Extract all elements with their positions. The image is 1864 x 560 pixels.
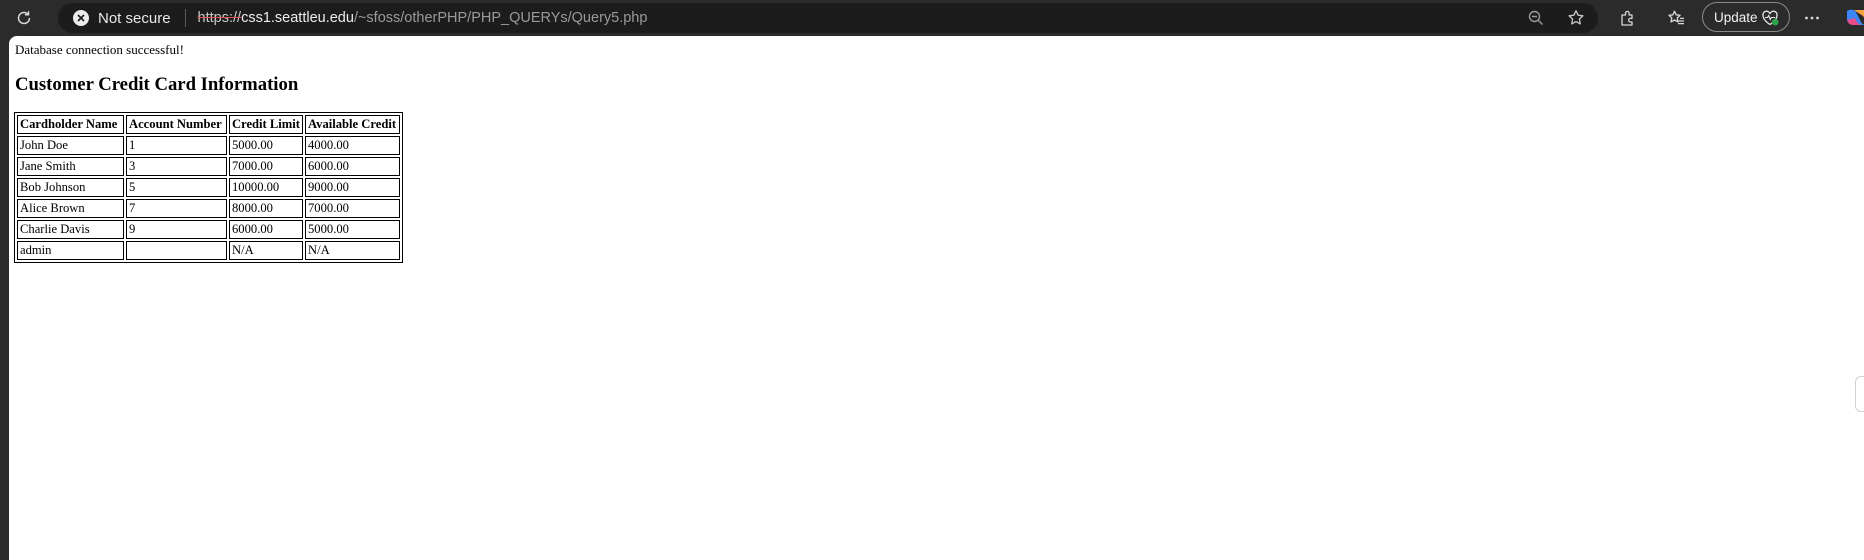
credit-card-table: Cardholder Name Account Number Credit Li… xyxy=(14,112,403,263)
cell-available-credit: 4000.00 xyxy=(305,136,400,155)
page-heading: Customer Credit Card Information xyxy=(15,74,299,95)
cell-cardholder-name: admin xyxy=(17,241,124,260)
cell-available-credit: 7000.00 xyxy=(305,199,400,218)
url-path: /~sfoss/otherPHP/PHP_QUERYs/Query5.php xyxy=(353,10,648,26)
copilot-icon[interactable] xyxy=(1844,8,1864,28)
table-row: Alice Brown 7 8000.00 7000.00 xyxy=(17,199,400,218)
cell-available-credit: N/A xyxy=(305,241,400,260)
table-row: John Doe 1 5000.00 4000.00 xyxy=(17,136,400,155)
cell-credit-limit: 5000.00 xyxy=(229,136,303,155)
cell-available-credit: 9000.00 xyxy=(305,178,400,197)
browser-toolbar: Not secure https://css1.seattleu.edu/~sf… xyxy=(0,0,1864,36)
cell-account-number: 9 xyxy=(126,220,227,239)
cell-cardholder-name: Alice Brown xyxy=(17,199,124,218)
page-viewport: Database connection successful! Customer… xyxy=(9,36,1864,560)
cell-account-number: 1 xyxy=(126,136,227,155)
table-header-row: Cardholder Name Account Number Credit Li… xyxy=(17,115,400,134)
address-divider xyxy=(184,9,186,27)
table-row: admin N/A N/A xyxy=(17,241,400,260)
cell-cardholder-name: Bob Johnson xyxy=(17,178,124,197)
refresh-icon[interactable] xyxy=(8,2,40,34)
cell-credit-limit: 7000.00 xyxy=(229,157,303,176)
site-info-button[interactable]: Not secure xyxy=(58,3,183,33)
not-secure-icon xyxy=(73,10,89,26)
cell-cardholder-name: Charlie Davis xyxy=(17,220,124,239)
cell-credit-limit: 8000.00 xyxy=(229,199,303,218)
zoom-out-icon[interactable] xyxy=(1527,9,1545,27)
cell-cardholder-name: Jane Smith xyxy=(17,157,124,176)
cell-account-number: 7 xyxy=(126,199,227,218)
url-text[interactable]: https://css1.seattleu.edu/~sfoss/otherPH… xyxy=(198,10,648,26)
cell-available-credit: 6000.00 xyxy=(305,157,400,176)
table-row: Bob Johnson 5 10000.00 9000.00 xyxy=(17,178,400,197)
favorite-star-icon[interactable] xyxy=(1567,9,1585,27)
table-row: Charlie Davis 9 6000.00 5000.00 xyxy=(17,220,400,239)
extensions-icon[interactable] xyxy=(1612,2,1644,34)
sidebar-toggle-tab[interactable] xyxy=(1855,376,1864,412)
header-available-credit: Available Credit xyxy=(305,115,400,134)
update-label: Update xyxy=(1714,9,1758,25)
cell-credit-limit: N/A xyxy=(229,241,303,260)
header-account-number: Account Number xyxy=(126,115,227,134)
cell-account-number: 5 xyxy=(126,178,227,197)
cell-available-credit: 5000.00 xyxy=(305,220,400,239)
url-host: css1.seattleu.edu xyxy=(241,10,354,26)
cell-credit-limit: 10000.00 xyxy=(229,178,303,197)
connection-status-message: Database connection successful! xyxy=(15,42,184,57)
cell-account-number: 3 xyxy=(126,157,227,176)
header-cardholder-name: Cardholder Name xyxy=(17,115,124,134)
security-status-label: Not secure xyxy=(98,9,171,27)
cell-credit-limit: 6000.00 xyxy=(229,220,303,239)
cell-account-number xyxy=(126,241,227,260)
more-icon[interactable] xyxy=(1796,2,1828,34)
cell-cardholder-name: John Doe xyxy=(17,136,124,155)
table-row: Jane Smith 3 7000.00 6000.00 xyxy=(17,157,400,176)
favorites-icon[interactable] xyxy=(1660,2,1692,34)
url-scheme: https:// xyxy=(197,10,242,26)
update-button[interactable]: Update xyxy=(1702,2,1790,32)
heart-pulse-icon xyxy=(1761,9,1779,30)
address-bar[interactable]: Not secure https://css1.seattleu.edu/~sf… xyxy=(58,3,1598,33)
header-credit-limit: Credit Limit xyxy=(229,115,303,134)
